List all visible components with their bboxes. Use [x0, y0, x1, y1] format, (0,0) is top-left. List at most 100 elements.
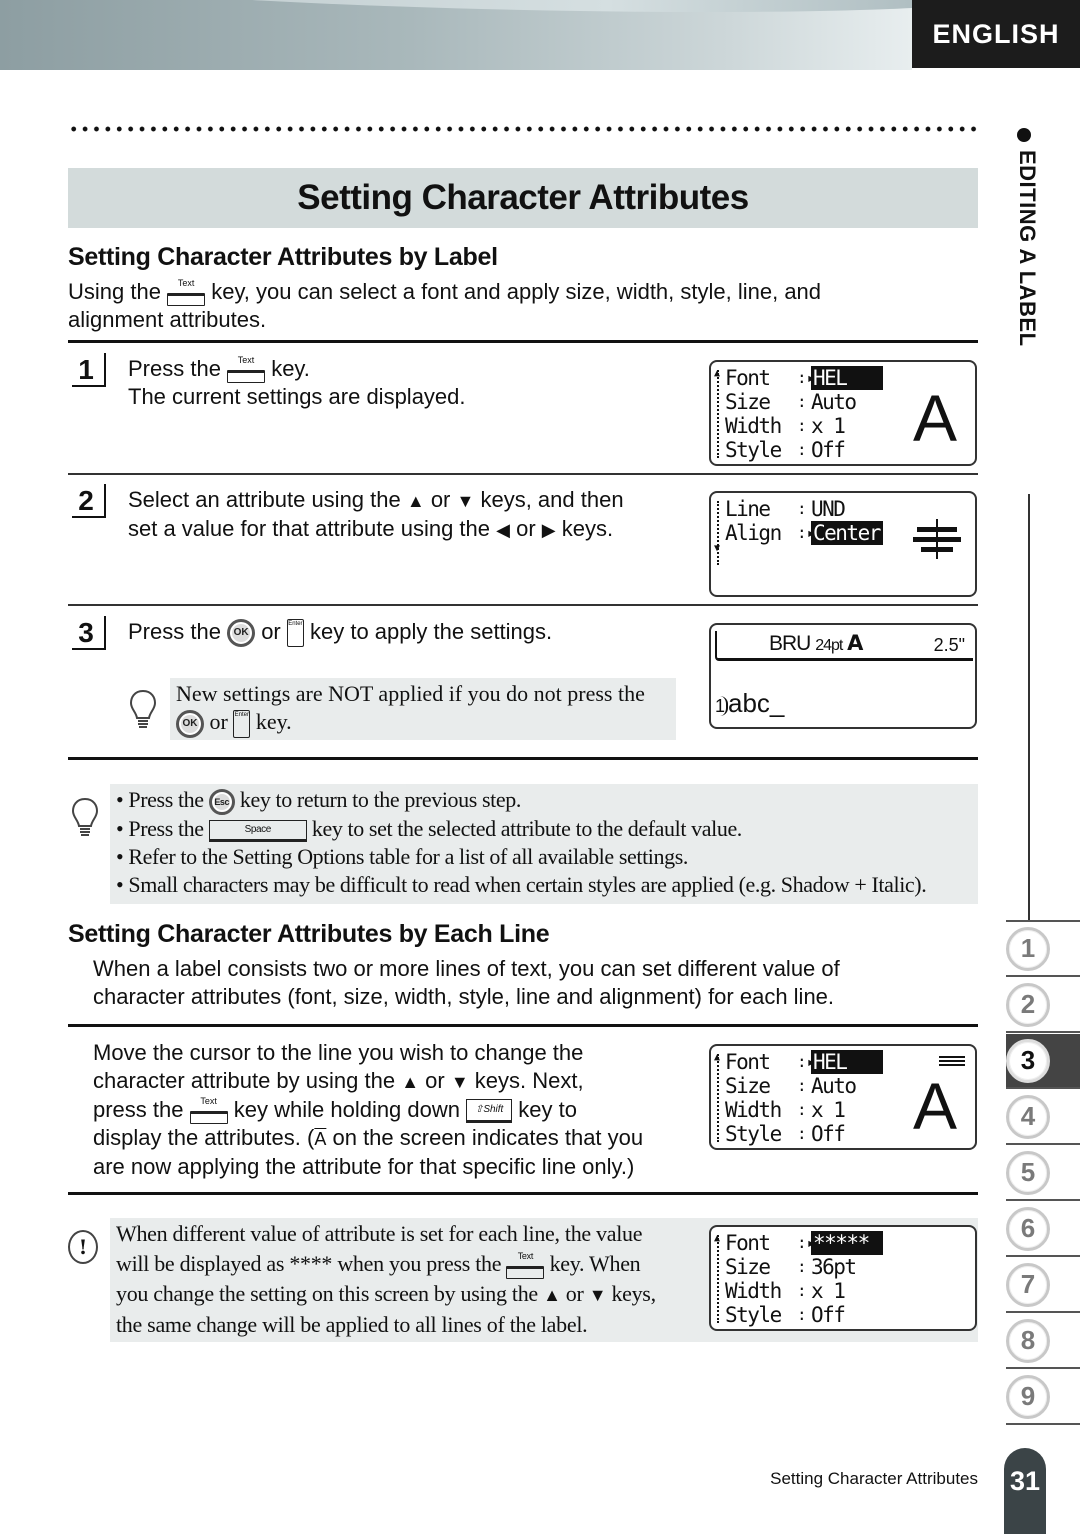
lcd-row-label: Size [725, 390, 771, 414]
colon: : [797, 1124, 817, 1143]
lcd-row-label: Width [725, 414, 782, 438]
lcd-row-label: Font [725, 1050, 771, 1074]
chapter-divider [1006, 920, 1080, 922]
lcd-row-label: Font [725, 1231, 771, 1255]
lcd-row-value: HEL [811, 1050, 883, 1074]
lcd-row-label: Size [725, 1074, 771, 1098]
font-preview-glyph: A [912, 1069, 957, 1143]
selection-cursor-icon: :▸ [797, 523, 817, 542]
chapter-number: 9 [1006, 1374, 1050, 1419]
lcd-row-value: Center [811, 521, 883, 545]
chapter-number: 7 [1006, 1262, 1050, 1307]
header-banner [0, 0, 912, 70]
lcd-row-value: Off [811, 1122, 846, 1146]
lcd-row-label: Style [725, 438, 782, 462]
scroll-up-icon: ▲ [714, 1052, 721, 1063]
right-arrow-icon: ▶ [541, 520, 556, 540]
entered-text: abc_ [728, 688, 785, 718]
lcd-screen-text-entry: BRU 24pt A 2.5" 1 abc_ [709, 623, 977, 729]
chapter-tab-1[interactable]: 1 [1006, 922, 1080, 977]
lcd-row: Style: Off [711, 1303, 975, 1327]
lcd-row-label: Size [725, 1255, 771, 1279]
selection-cursor-icon: :▸ [797, 1233, 817, 1252]
enter-key-icon: Enter [286, 619, 304, 648]
style-indicator: A [847, 631, 863, 655]
chapter-tab-7[interactable]: 7 [1006, 1258, 1080, 1313]
divider [68, 1192, 978, 1195]
chapter-number: 1 [1006, 926, 1050, 971]
lcd-row-label: Align [725, 521, 782, 545]
chapter-number: 3 [1006, 1038, 1050, 1083]
lcd-row-label: Style [725, 1303, 782, 1327]
line-marker: 1 [715, 696, 729, 716]
divider [68, 604, 978, 606]
lcd-row: Size: 36pt [711, 1255, 975, 1279]
lcd-row-value: Off [811, 1303, 846, 1327]
lcd-row-label: Style [725, 1122, 782, 1146]
text-key-icon: Text [167, 278, 206, 307]
lcd-row-label: Width [725, 1279, 782, 1303]
dotted-divider [68, 126, 978, 132]
lcd-row-value: x 1 [811, 1279, 846, 1303]
lcd-screen-mixed-attributes: ▲ Font:▸ ***** Size: 36pt Width: x 1 Style: … [709, 1225, 977, 1331]
lcd-row-label: Line [725, 497, 771, 521]
left-arrow-icon: ◀ [496, 520, 510, 540]
text-key-icon: Text [506, 1251, 545, 1279]
section-intro-by-line: When a label consists two or more lines … [93, 956, 840, 1009]
chapter-number: 2 [1006, 982, 1050, 1027]
page-title: Setting Character Attributes [68, 168, 978, 228]
side-divider [1028, 494, 1030, 920]
lcd-row-value: x 1 [811, 414, 846, 438]
text-key-icon: Text [189, 1096, 228, 1125]
caution-icon: ! [68, 1230, 98, 1264]
chapter-tab-8[interactable]: 8 [1006, 1314, 1080, 1369]
esc-key-icon: Esc [208, 788, 235, 815]
line-attribute-indicator-icon: A [314, 1129, 327, 1150]
divider [68, 757, 978, 760]
colon: : [797, 1100, 817, 1119]
chapter-tab-9[interactable]: 9 [1006, 1370, 1080, 1425]
down-arrow-icon: ▼ [588, 1285, 607, 1305]
section-intro-by-label: Using the Text key, you can select a fon… [68, 278, 822, 333]
line-indicator-icon [939, 1056, 965, 1066]
lcd-row-value: Off [811, 438, 846, 462]
step-number: 2 [72, 484, 106, 518]
lcd-row-value: Auto [811, 390, 857, 414]
lcd-row-label: Width [725, 1098, 782, 1122]
divider [68, 473, 978, 475]
language-tab: ENGLISH [912, 0, 1080, 68]
space-key-icon: Space [208, 819, 307, 842]
chapter-tab-4[interactable]: 4 [1006, 1090, 1080, 1145]
lcd-row: Line: UND [711, 497, 975, 521]
chapter-tab-6[interactable]: 6 [1006, 1202, 1080, 1257]
hint-note: New settings are NOT applied if you do n… [170, 678, 676, 740]
shift-key-icon: ⇧Shift [466, 1099, 513, 1124]
chapter-tab-3[interactable]: 3 [1006, 1034, 1080, 1089]
tip-item: • Small characters may be difficult to r… [116, 871, 927, 897]
lcd-row-label: Font [725, 366, 771, 390]
lcd-row: Width: x 1 [711, 1279, 975, 1303]
colon: : [797, 1076, 817, 1095]
up-arrow-icon: ▲ [406, 491, 425, 511]
selection-cursor-icon: :▸ [797, 1052, 817, 1071]
lcd-row-value: ***** [811, 1231, 883, 1255]
tip-item: • Press the Space key to set the selecte… [116, 815, 742, 842]
colon: : [797, 499, 817, 518]
scroll-down-icon: ▼ [714, 543, 721, 554]
size-indicator: 24pt [815, 637, 843, 654]
lcd-screen-attributes: ▲ Font:▸ HEL Size: Auto Width: x 1 Style: Of… [709, 360, 977, 466]
colon: : [797, 392, 817, 411]
lcd-row: Font :▸ ***** [711, 1231, 975, 1255]
tip-item: • Refer to the Setting Options table for… [116, 843, 688, 869]
step-number: 3 [72, 616, 106, 650]
step-1-text: Press the Text key. The current settings… [128, 355, 466, 410]
length-indicator: 2.5" [933, 635, 965, 655]
by-line-instructions: Move the cursor to the line you wish to … [93, 1040, 644, 1180]
down-arrow-icon: ▼ [450, 1072, 469, 1092]
chapter-tab-2[interactable]: 2 [1006, 978, 1080, 1033]
divider [68, 340, 978, 343]
font-preview-glyph: A [912, 381, 957, 455]
chapter-tab-5[interactable]: 5 [1006, 1146, 1080, 1201]
lcd-screen-line-align: ▼ Line: UND Align :▸ Center [709, 491, 977, 597]
chapter-number: 5 [1006, 1150, 1050, 1195]
